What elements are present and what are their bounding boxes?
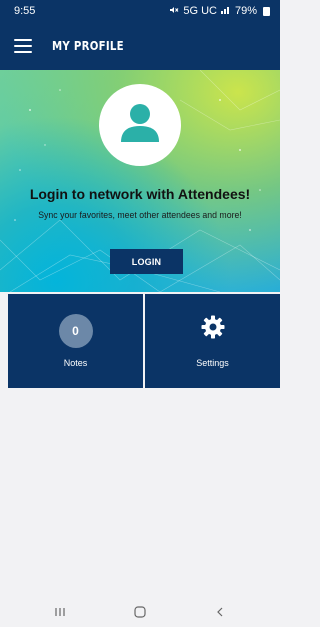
signal-icon xyxy=(220,5,231,17)
status-time: 9:55 xyxy=(14,5,36,17)
back-icon[interactable] xyxy=(200,596,240,627)
notes-count-badge: 0 xyxy=(58,314,93,348)
battery-percent: 79% xyxy=(234,5,257,17)
gear-icon xyxy=(200,314,226,345)
notes-tile[interactable]: 0 Notes xyxy=(8,294,143,388)
page-title: MY PROFILE xyxy=(52,39,124,53)
person-icon xyxy=(117,102,163,149)
recent-apps-icon[interactable] xyxy=(40,596,80,627)
login-subtitle: Sync your favorites, meet other attendee… xyxy=(38,210,242,221)
app-bar: MY PROFILE xyxy=(0,22,280,70)
login-hero-banner: Login to network with Attendees! Sync yo… xyxy=(0,70,280,292)
network-label: 5G UC xyxy=(183,5,217,17)
settings-tile[interactable]: Settings xyxy=(145,294,280,388)
login-heading: Login to network with Attendees! xyxy=(29,186,251,202)
mute-icon xyxy=(169,5,179,18)
status-bar: 9:55 5G UC 79% xyxy=(0,0,280,22)
notes-label: Notes xyxy=(63,358,88,368)
profile-tiles: 0 Notes Settings xyxy=(0,294,280,388)
home-icon[interactable] xyxy=(120,596,160,627)
system-nav-bar xyxy=(0,596,280,627)
battery-icon xyxy=(263,6,270,16)
login-button[interactable]: LOGIN xyxy=(110,249,183,274)
avatar xyxy=(99,84,181,166)
status-icons: 5G UC 79% xyxy=(169,5,270,18)
hamburger-menu-icon[interactable] xyxy=(14,39,32,53)
settings-label: Settings xyxy=(196,358,229,368)
